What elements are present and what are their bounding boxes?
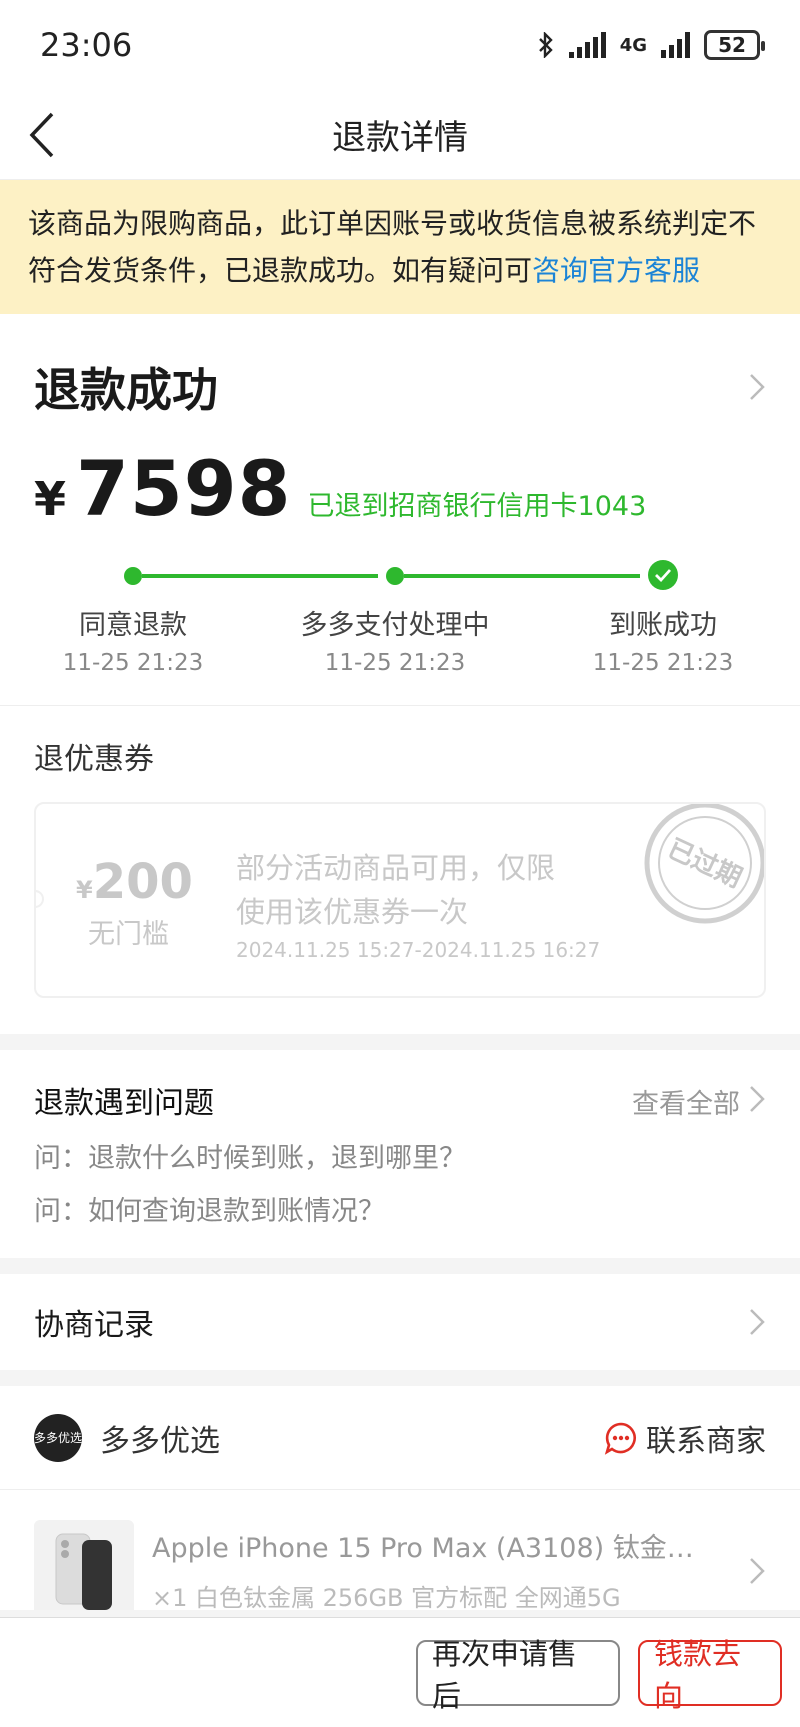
status-bar: 23:06 4G 52 [0,0,800,90]
refund-status: 退款成功 [34,363,218,417]
phone-icon [55,1533,112,1610]
page-title: 退款详情 [332,118,468,158]
coupon-section: 退优惠券 ¥200 无门槛 部分活动商品可用，仅限使用该优惠券一次 2024.1… [0,706,800,1034]
chevron-right-icon [750,374,765,400]
network-type: 4G [619,34,647,56]
battery-level: 52 [718,33,746,57]
shop-section: 多多优选 多多优选 联系商家 Apple iPhone 15 Pro Max (… [0,1386,800,1610]
check-circle-icon [648,560,678,590]
shop-name[interactable]: 多多优选 [100,1416,220,1460]
battery-icon: 52 [704,30,765,60]
coupon-amount-wrap: ¥200 [76,854,193,910]
status-icons: 4G 52 [537,30,765,60]
back-arrow-icon[interactable] [24,110,64,160]
coupon-description: 部分活动商品可用，仅限使用该优惠券一次 [236,851,556,929]
chevron-right-icon [750,1086,765,1112]
coupon-threshold: 无门槛 [88,919,169,950]
shop-logo: 多多优选 [34,1413,82,1462]
shop-header: 多多优选 多多优选 联系商家 [0,1386,800,1490]
refund-destination: 已退到招商银行信用卡1043 [307,491,647,522]
coupon-card[interactable]: ¥200 无门槛 部分活动商品可用，仅限使用该优惠券一次 2024.11.25 … [34,802,766,998]
nav-bar: 退款详情 [0,90,800,180]
section-gap [0,1034,800,1050]
product-image [34,1520,134,1610]
step-label: 多多支付处理中 [300,610,490,641]
negotiation-label: 协商记录 [34,1308,154,1343]
reapply-after-sales-button[interactable]: 再次申请售后 [416,1637,620,1713]
refund-amount: 7598 [76,444,292,533]
signal-icon [568,32,606,58]
chat-bubble-icon [604,1422,636,1455]
product-spec: ×1 白色钛金属 256GB 官方标配 全网通5G [152,1584,621,1610]
signal-4g-icon [661,32,690,58]
section-gap [0,1258,800,1274]
refund-amount-row: ¥ 7598 已退到招商银行信用卡1043 [34,444,766,533]
coupon-currency: ¥ [76,876,93,904]
refund-summary[interactable]: 退款成功 ¥ 7598 已退到招商银行信用卡1043 [0,314,800,533]
refund-progress: 同意退款 多多支付处理中 到账成功 11-25 21:23 11-25 21:2… [0,555,800,705]
chevron-right-icon [750,1309,765,1335]
money-flow-button[interactable]: 钱款去向 [638,1637,782,1713]
chevron-right-icon [750,1558,765,1584]
customer-service-link[interactable]: 咨询官方客服 [532,254,700,287]
coupon-notch [36,890,44,908]
coupon-amount: 200 [92,854,193,910]
step-label: 同意退款 [79,610,187,641]
step-time: 11-25 21:23 [324,650,466,676]
progress-line [142,574,378,578]
expired-stamp-icon: 已过期 [644,804,764,924]
step-label: 到账成功 [609,610,717,641]
product-row[interactable]: Apple iPhone 15 Pro Max (A3108) 钛金属 … ×1… [0,1490,800,1610]
stamp-text: 已过期 [663,834,746,894]
status-time: 23:06 [40,26,133,64]
contact-seller-label: 联系商家 [646,1424,766,1459]
bluetooth-icon [538,32,553,58]
view-all-link[interactable]: 查看全部 [632,1082,740,1121]
currency-symbol: ¥ [34,472,67,526]
coupon-validity: 2024.11.25 15:27-2024.11.25 16:27 [236,938,601,962]
step-time: 11-25 21:23 [592,650,734,676]
progress-line [404,574,640,578]
refund-card: 退款成功 ¥ 7598 已退到招商银行信用卡1043 同意退款 多多支付处理中 … [0,314,800,1034]
limit-notice: 该商品为限购商品，此订单因账号或收货信息被系统判定不符合发货条件，已退款成功。如… [0,180,800,314]
coupon-section-title: 退优惠券 [34,742,154,777]
faq-question[interactable]: 问：退款什么时候到账，退到哪里？ [34,1136,766,1175]
progress-dot [124,567,142,585]
step-time: 11-25 21:23 [62,650,204,676]
section-gap [0,1370,800,1386]
faq-section: 退款遇到问题 查看全部 问：退款什么时候到账，退到哪里？ 问：如何查询退款到账情… [0,1050,800,1258]
contact-seller-button[interactable]: 联系商家 [604,1416,766,1460]
bottom-action-bar: 再次申请售后 钱款去向 [0,1617,800,1727]
faq-question[interactable]: 问：如何查询退款到账情况？ [34,1189,766,1228]
progress-dot [386,567,404,585]
negotiation-record-row[interactable]: 协商记录 [0,1274,800,1370]
product-title: Apple iPhone 15 Pro Max (A3108) 钛金属 … [152,1533,712,1564]
